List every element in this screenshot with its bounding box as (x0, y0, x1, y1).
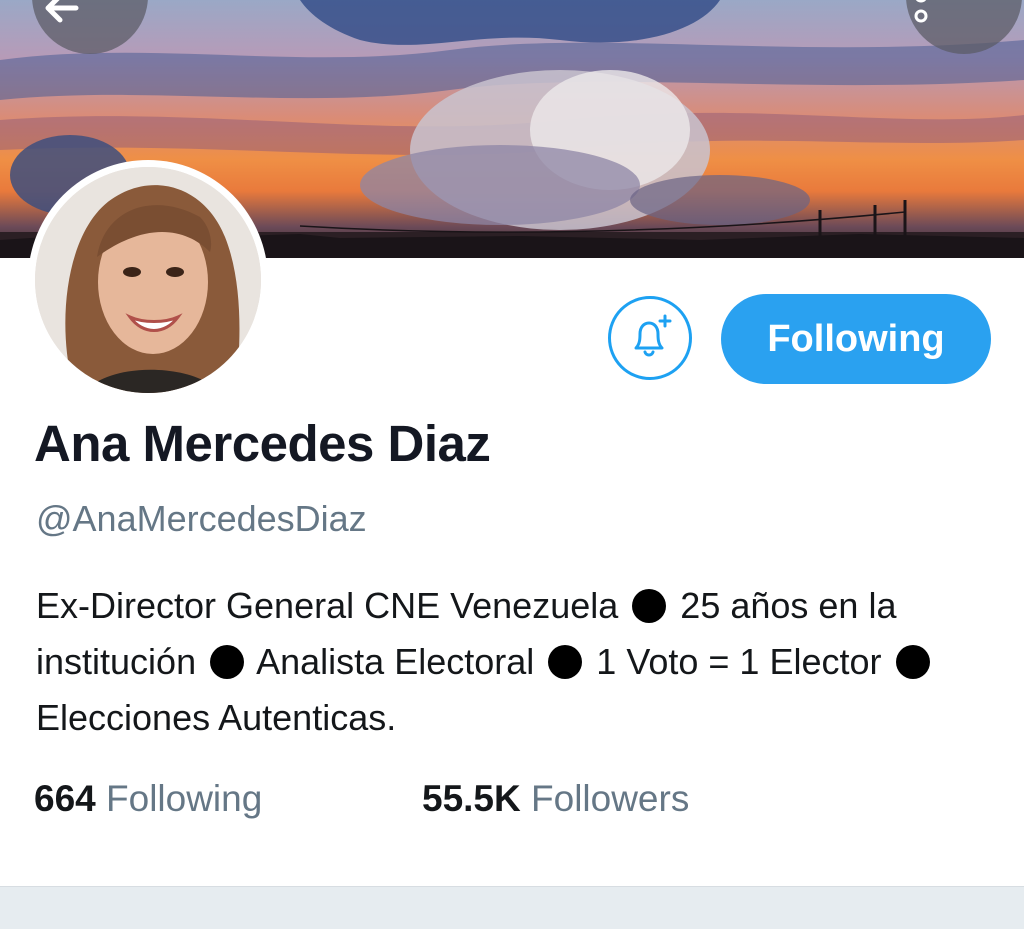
section-divider (0, 886, 1024, 929)
arrow-left-icon (45, 0, 79, 23)
bullet-icon (895, 645, 930, 679)
bio-segment: Ex-Director General CNE Venezuela (36, 585, 619, 626)
following-button[interactable]: Following (721, 294, 991, 384)
following-count: 664 (34, 778, 96, 819)
followers-count: 55.5K (422, 778, 521, 819)
followers-stat[interactable]: 55.5K Followers (422, 778, 689, 820)
bell-plus-icon (634, 314, 672, 357)
bullet-icon (548, 645, 583, 679)
followers-label: Followers (531, 778, 690, 819)
following-stat[interactable]: 664 Following (34, 778, 262, 820)
avatar[interactable] (28, 160, 268, 400)
notifications-button[interactable] (608, 296, 692, 380)
bullet-icon (210, 645, 245, 679)
avatar-photo (35, 167, 261, 393)
bio-segment: Elecciones Autenticas. (36, 697, 397, 738)
profile-bio: Ex-Director General CNE Venezuela 25 año… (36, 578, 996, 746)
following-label: Following (106, 778, 263, 819)
bio-segment: 1 Voto = 1 Elector (596, 641, 882, 682)
profile-handle: @AnaMercedesDiaz (36, 498, 367, 539)
bullet-icon (632, 589, 667, 623)
profile-name: Ana Mercedes Diaz (34, 415, 491, 472)
more-vertical-icon (914, 0, 928, 23)
bio-segment: Analista Electoral (256, 641, 535, 682)
